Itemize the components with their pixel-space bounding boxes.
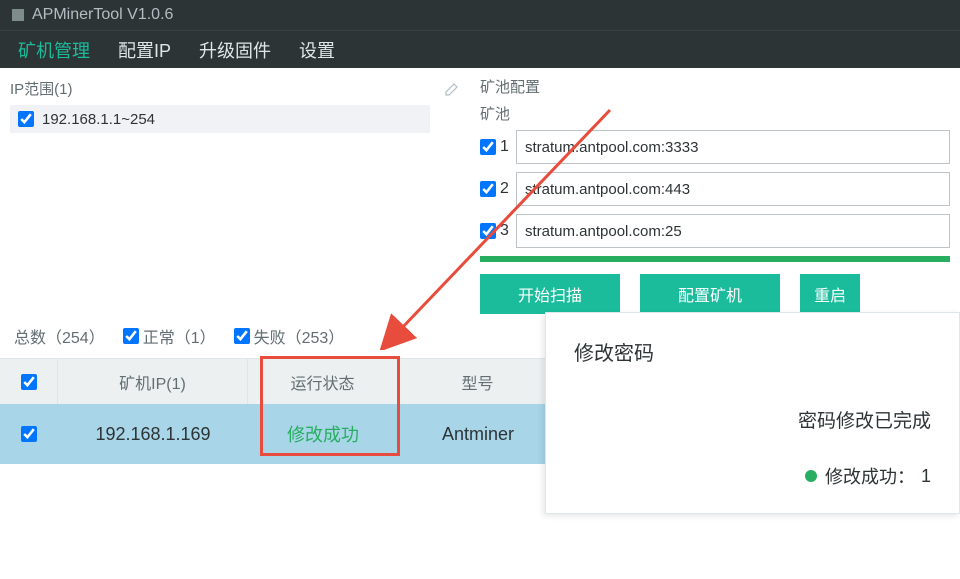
pool-1-checkbox[interactable] (480, 139, 496, 155)
pool-config-panel: 矿池配置 矿池 1 2 3 开始扫描 配置矿机 重启 (480, 76, 950, 314)
progress-bar (480, 256, 950, 262)
start-scan-button[interactable]: 开始扫描 (480, 274, 620, 314)
pool-3-input[interactable] (516, 214, 950, 248)
password-popup: 修改密码 密码修改已完成 修改成功： 1 (545, 312, 960, 514)
row-ip: 192.168.1.169 (58, 404, 248, 464)
row-model: Antminer (398, 404, 558, 464)
pool-1-input[interactable] (516, 130, 950, 164)
ip-range-checkbox[interactable] (18, 111, 34, 127)
stats-failed-checkbox[interactable] (234, 328, 250, 344)
row-checkbox-cell (0, 404, 58, 464)
stats-failed-label: 失败（253） (254, 324, 345, 348)
pool-2-input[interactable] (516, 172, 950, 206)
stats-total: 总数（254） (14, 324, 105, 348)
pool-row-3: 3 (480, 214, 950, 248)
stats-normal-label: 正常（1） (143, 324, 216, 348)
menubar: 矿机管理 配置IP 升级固件 设置 (0, 30, 960, 68)
popup-body: 密码修改已完成 (574, 406, 931, 433)
select-all-checkbox[interactable] (21, 374, 37, 390)
titlebar: APMinerTool V1.0.6 (0, 0, 960, 30)
th-model: 型号 (398, 359, 558, 404)
pool-3-checkbox[interactable] (480, 223, 496, 239)
action-buttons: 开始扫描 配置矿机 重启 (480, 274, 950, 314)
menu-settings[interactable]: 设置 (285, 37, 349, 63)
popup-status-row: 修改成功： 1 (574, 463, 931, 489)
pool-2-checkbox[interactable] (480, 181, 496, 197)
ip-range-label-text: IP范围(1) (10, 78, 73, 99)
edit-icon[interactable] (444, 81, 460, 97)
config-miner-button[interactable]: 配置矿机 (640, 274, 780, 314)
row-checkbox[interactable] (21, 426, 37, 442)
popup-title: 修改密码 (574, 337, 931, 366)
success-dot-icon (805, 470, 817, 482)
menu-miner-manage[interactable]: 矿机管理 (4, 37, 104, 63)
th-checkbox (0, 359, 58, 404)
app-logo-icon (10, 7, 26, 23)
stats-normal-item: 正常（1） (123, 324, 216, 348)
restart-button[interactable]: 重启 (800, 274, 860, 314)
ip-range-panel: IP范围(1) 192.168.1.1~254 (10, 76, 460, 314)
popup-status-label: 修改成功： (825, 463, 915, 489)
app-title: APMinerTool V1.0.6 (32, 0, 173, 30)
ip-range-item[interactable]: 192.168.1.1~254 (10, 105, 430, 133)
stats-failed-item: 失败（253） (234, 324, 345, 348)
pool-config-label: 矿池配置 (480, 76, 950, 103)
th-ip: 矿机IP(1) (58, 359, 248, 404)
ip-range-label: IP范围(1) (10, 76, 460, 105)
menu-config-ip[interactable]: 配置IP (104, 37, 185, 63)
popup-status-count: 1 (921, 466, 931, 487)
menu-upgrade-firmware[interactable]: 升级固件 (185, 37, 285, 63)
th-status: 运行状态 (248, 359, 398, 404)
pool-2-num: 2 (500, 180, 516, 198)
ip-range-value: 192.168.1.1~254 (42, 111, 155, 128)
pool-sublabel: 矿池 (480, 103, 950, 130)
pool-row-1: 1 (480, 130, 950, 164)
pool-1-num: 1 (500, 138, 516, 156)
pool-3-num: 3 (500, 222, 516, 240)
stats-normal-checkbox[interactable] (123, 328, 139, 344)
row-status: 修改成功 (248, 404, 398, 464)
pool-row-2: 2 (480, 172, 950, 206)
